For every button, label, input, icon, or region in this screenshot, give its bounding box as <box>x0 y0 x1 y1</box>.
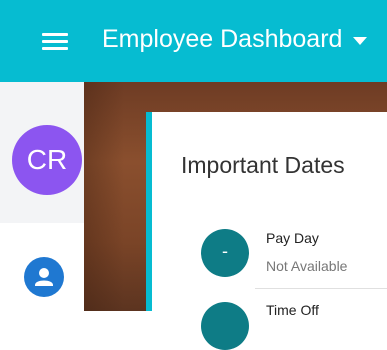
time-off-title: Time Off <box>266 302 319 318</box>
person-icon[interactable] <box>24 257 64 297</box>
pay-day-title: Pay Day <box>266 230 319 246</box>
menu-icon[interactable] <box>42 31 68 51</box>
important-dates-card <box>146 112 387 311</box>
pay-day-status: Not Available <box>266 258 348 274</box>
app-bar: Employee Dashboard <box>0 0 387 82</box>
person-glyph <box>35 268 53 286</box>
divider <box>255 288 387 289</box>
card-title: Important Dates <box>181 152 345 178</box>
chevron-down-icon[interactable] <box>353 37 367 45</box>
time-off-badge <box>201 302 249 350</box>
pay-day-badge: - <box>201 229 249 277</box>
app-title[interactable]: Employee Dashboard <box>102 25 342 54</box>
avatar[interactable]: CR <box>12 125 82 195</box>
